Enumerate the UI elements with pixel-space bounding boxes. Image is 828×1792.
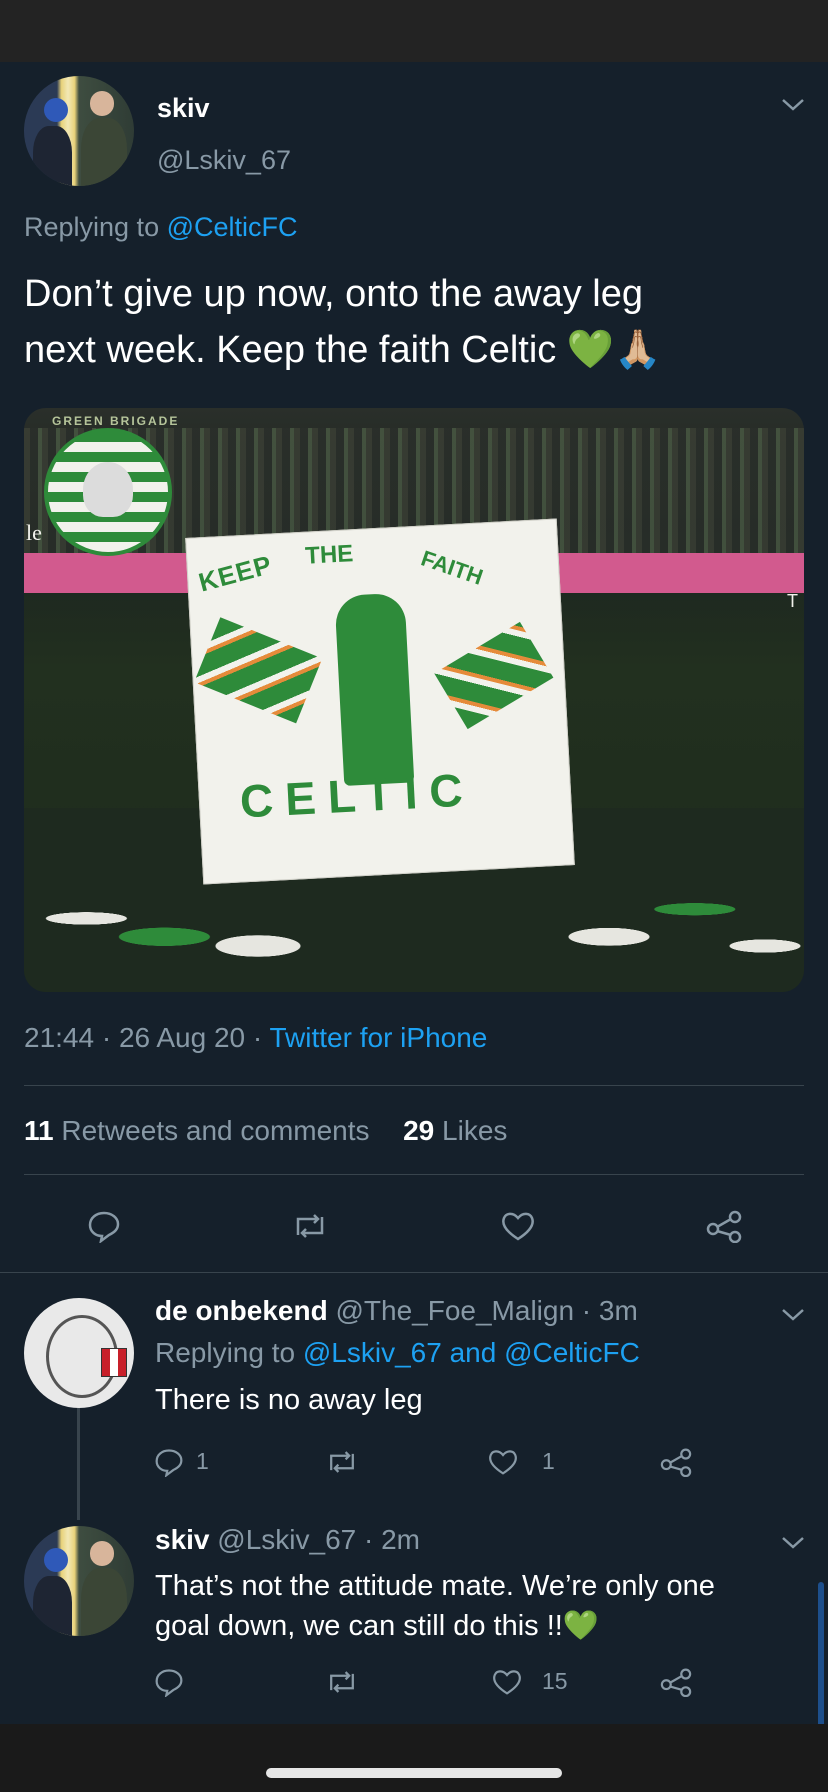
tweet-stats: 11 Retweets and comments 29 Likes — [24, 1115, 507, 1147]
reply-icon[interactable] — [152, 1442, 186, 1482]
retweet-icon[interactable] — [290, 1206, 330, 1246]
heart-icon[interactable] — [490, 1662, 524, 1702]
likes-stat[interactable]: 29 Likes — [403, 1115, 507, 1146]
replying-to-link[interactable]: @CelticFC — [167, 212, 298, 242]
author-handle[interactable]: @Lskiv_67 — [217, 1524, 356, 1555]
heart-icon[interactable] — [498, 1206, 538, 1246]
reply-text: That’s not the attitude mate. We’re only… — [155, 1570, 715, 1642]
tweet-meta: 21:44 · 26 Aug 20 · Twitter for iPhone — [24, 1022, 488, 1053]
timestamp: 3m — [598, 1295, 638, 1326]
share-icon[interactable] — [704, 1206, 744, 1246]
divider — [24, 1174, 804, 1175]
replying-to-link[interactable]: @Lskiv_67 and @CelticFC — [303, 1337, 640, 1368]
home-indicator[interactable] — [266, 1768, 562, 1778]
tweet-text: Don’t give up now, onto the away leg nex… — [24, 273, 662, 371]
green-brigade-logo — [44, 428, 172, 556]
reply-count: 1 — [196, 1448, 209, 1474]
bottom-bar — [0, 1724, 828, 1792]
retweet-icon[interactable] — [322, 1442, 362, 1482]
reply-icon[interactable] — [152, 1662, 186, 1702]
heart-icon[interactable] — [486, 1442, 520, 1482]
thread-line — [77, 1400, 80, 1520]
reply-icon[interactable] — [84, 1206, 124, 1246]
source-link[interactable]: Twitter for iPhone — [269, 1022, 487, 1053]
share-icon[interactable] — [656, 1442, 696, 1482]
reply-text: There is no away leg — [155, 1384, 423, 1416]
divider — [0, 1272, 828, 1273]
status-bar — [0, 0, 828, 62]
keep-the-faith-banner: KEEP THE FAITH CELTIC — [185, 518, 575, 885]
replying-to: Replying to @Lskiv_67 and @CelticFC — [155, 1337, 640, 1368]
reply-header: skiv @Lskiv_67 · 2m — [155, 1524, 421, 1555]
scrollbar[interactable] — [818, 1582, 824, 1730]
timestamp: 2m — [381, 1524, 421, 1555]
tweet-photo[interactable]: le T GREEN BRIGADE KEEP THE FAITH CELTIC — [24, 408, 804, 992]
reply-header: de onbekend @The_Foe_Malign · 3m — [155, 1295, 638, 1326]
author-handle[interactable]: @The_Foe_Malign — [335, 1295, 574, 1326]
retweets-stat[interactable]: 11 Retweets and comments — [24, 1115, 377, 1146]
avatar[interactable] — [24, 76, 134, 186]
like-count: 15 — [542, 1668, 568, 1694]
chevron-down-icon[interactable] — [780, 92, 806, 120]
like-count: 1 — [542, 1448, 555, 1474]
chevron-down-icon[interactable] — [780, 1302, 806, 1330]
share-icon[interactable] — [656, 1662, 696, 1702]
author-name[interactable]: skiv — [155, 1524, 210, 1555]
chevron-down-icon[interactable] — [780, 1530, 806, 1558]
author-handle[interactable]: @Lskiv_67 — [157, 145, 291, 176]
retweet-icon[interactable] — [322, 1662, 362, 1702]
divider — [24, 1085, 804, 1086]
avatar[interactable] — [24, 1526, 134, 1636]
author-name[interactable]: de onbekend — [155, 1295, 328, 1326]
author-name[interactable]: skiv — [157, 93, 210, 124]
replying-to: Replying to @CelticFC — [24, 212, 298, 242]
avatar[interactable] — [24, 1298, 134, 1408]
